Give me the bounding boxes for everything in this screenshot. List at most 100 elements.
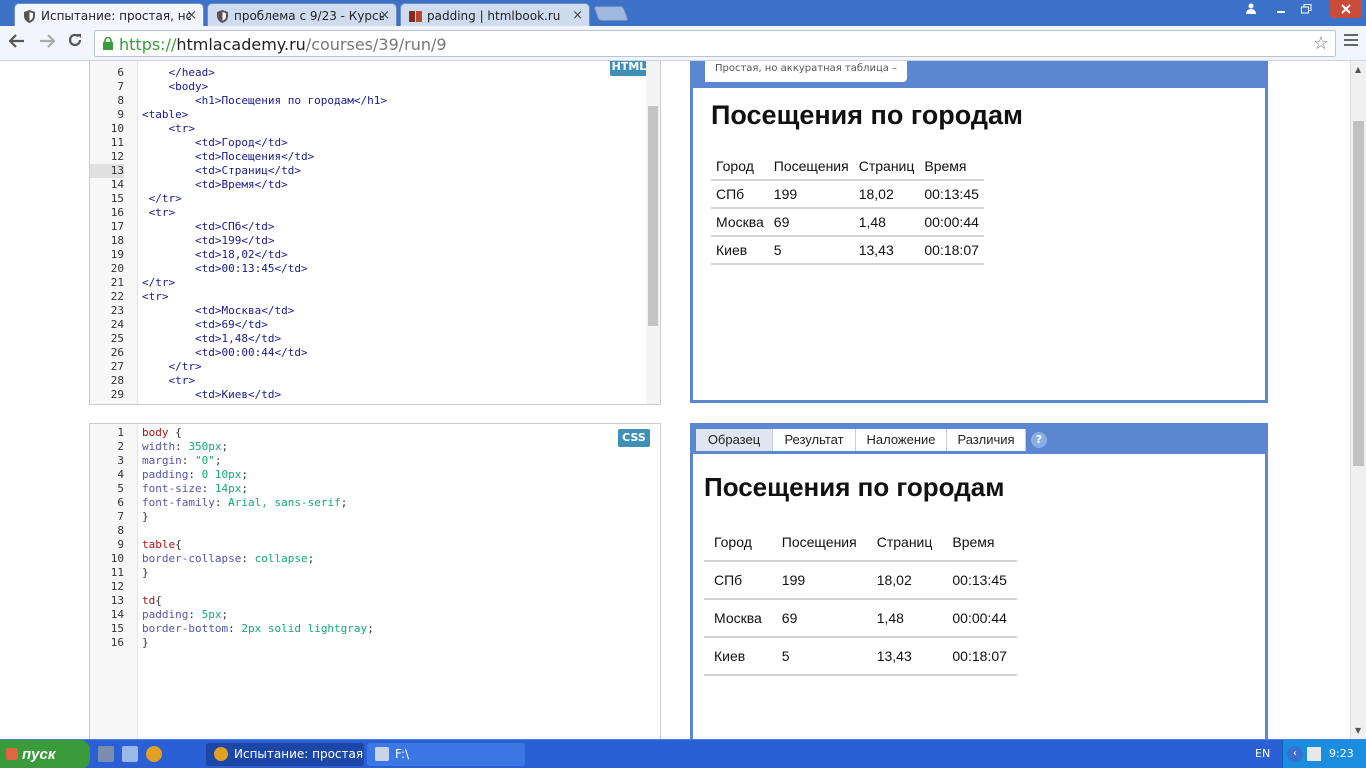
- address-bar[interactable]: https://htmlacademy.ru/courses/39/run/9 …: [94, 30, 1336, 57]
- code-line[interactable]: 11}: [90, 566, 660, 580]
- line-number: 14: [110, 178, 124, 191]
- reload-icon[interactable]: [64, 32, 86, 54]
- code-line[interactable]: 16 <tr>: [90, 206, 660, 220]
- browser-tab-2[interactable]: проблема с 9/23 - Курсы / § ×: [207, 3, 397, 26]
- quicklaunch-desktop-icon[interactable]: [122, 746, 138, 762]
- taskbar-window-explorer[interactable]: F:\: [367, 743, 525, 766]
- browser-tab-3[interactable]: padding | htmlbook.ru ×: [400, 3, 590, 26]
- result-title-tab[interactable]: Простая, но аккуратная таблица –: [705, 61, 908, 82]
- table-cell: 00:13:45: [919, 180, 984, 209]
- code-line[interactable]: 1 body {: [90, 426, 660, 440]
- tab-overlay[interactable]: Наложение: [856, 429, 947, 451]
- taskbar-window-chrome[interactable]: Испытание: простая...: [206, 743, 364, 766]
- close-icon[interactable]: ×: [572, 8, 583, 23]
- code-line[interactable]: 2 width: 350px;: [90, 440, 660, 454]
- code-line[interactable]: 20 <td>00:13:45</td>: [90, 262, 660, 276]
- close-icon[interactable]: ×: [379, 8, 390, 23]
- menu-icon[interactable]: [1344, 34, 1358, 48]
- clock: 9:23: [1329, 747, 1354, 760]
- user-icon[interactable]: [1238, 0, 1264, 18]
- code-line[interactable]: 16}: [90, 636, 660, 650]
- css-editor[interactable]: 1 body {2 width: 350px; 3 margin: "0"; 4 paddi…: [89, 423, 661, 739]
- code-line[interactable]: 9 <table>: [90, 108, 660, 122]
- code-line[interactable]: 7 <body>: [90, 80, 660, 94]
- back-icon[interactable]: [6, 32, 28, 54]
- help-icon[interactable]: ?: [1031, 432, 1047, 448]
- scrollbar-thumb[interactable]: [648, 106, 658, 326]
- code-line[interactable]: 22 <tr>: [90, 290, 660, 304]
- code-line[interactable]: 7}: [90, 510, 660, 524]
- css-selector: td: [142, 594, 156, 607]
- url-path: /courses/39/run/9: [305, 35, 447, 54]
- code-line[interactable]: 9 table{: [90, 538, 660, 552]
- table-cell: СПб: [711, 180, 769, 209]
- tray-expand-icon[interactable]: ‹: [1287, 746, 1303, 762]
- tab-sample[interactable]: Образец: [696, 429, 773, 451]
- line-code: <td>СПб</td>: [142, 220, 275, 233]
- code-line[interactable]: 8: [90, 524, 660, 538]
- language-indicator[interactable]: EN: [1255, 747, 1270, 760]
- code-line[interactable]: 11 <td>Город</td>: [90, 136, 660, 150]
- code-line[interactable]: 19 <td>18,02</td>: [90, 248, 660, 262]
- code-line[interactable]: 24 <td>69</td>: [90, 318, 660, 332]
- line-number: 2: [117, 440, 124, 453]
- code-line[interactable]: 14 padding: 5px;: [90, 608, 660, 622]
- table-cell: 13,43: [853, 236, 920, 265]
- css-punct: {: [155, 594, 162, 607]
- scroll-up-icon[interactable]: ▲: [1355, 65, 1361, 74]
- scroll-down-icon[interactable]: ▼: [1355, 726, 1361, 735]
- minimize-button[interactable]: [1268, 0, 1294, 18]
- page-scrollbar[interactable]: ▲ ▼: [1350, 61, 1366, 739]
- new-tab-button[interactable]: [593, 6, 629, 21]
- code-line[interactable]: 17 <td>СПб</td>: [90, 220, 660, 234]
- line-number: 6: [117, 66, 124, 79]
- line-number: 6: [117, 496, 124, 509]
- tab-diff[interactable]: Различия: [947, 429, 1026, 451]
- tab-result[interactable]: Результат: [773, 429, 856, 451]
- css-value: collapse: [254, 552, 308, 565]
- code-line[interactable]: 29 <td>Киев</td>: [90, 388, 660, 402]
- close-window-button[interactable]: [1330, 0, 1362, 18]
- code-line[interactable]: 6 font-family: Arial, sans-serif;: [90, 496, 660, 510]
- html-editor[interactable]: 6 </head> 7 <body> 8 <h1>Посещения по горо…: [89, 61, 661, 405]
- line-number: 8: [117, 524, 124, 537]
- code-line[interactable]: 13 <td>Страниц</td>: [90, 164, 660, 178]
- line-code: <td>1,48</td>: [142, 332, 282, 345]
- code-line[interactable]: 4 padding: 0 10px;: [90, 468, 660, 482]
- code-line[interactable]: 10 border-collapse: collapse;: [90, 552, 660, 566]
- quicklaunch-chrome-icon[interactable]: [146, 746, 162, 762]
- code-line[interactable]: 12 <td>Посещения</td>: [90, 150, 660, 164]
- code-line[interactable]: 6 </head>: [90, 66, 660, 80]
- code-line[interactable]: 13 td{: [90, 594, 660, 608]
- code-line[interactable]: 26 <td>00:00:44</td>: [90, 346, 660, 360]
- start-button[interactable]: пуск: [0, 740, 90, 768]
- browser-tab-1[interactable]: Испытание: простая, но ак ×: [14, 3, 204, 26]
- line-code: }: [142, 510, 149, 524]
- bookmark-star-icon[interactable]: ☆: [1313, 33, 1329, 54]
- code-line[interactable]: 12: [90, 580, 660, 594]
- code-line[interactable]: 27 </tr>: [90, 360, 660, 374]
- line-code: <td>00:00:44</td>: [142, 346, 308, 359]
- code-line[interactable]: 25 <td>1,48</td>: [90, 332, 660, 346]
- taskbar-window-label: F:\: [395, 747, 410, 761]
- forward-icon[interactable]: [36, 32, 58, 54]
- close-icon[interactable]: ×: [186, 8, 197, 23]
- browser-tab-strip: Испытание: простая, но ак × проблема с 9…: [0, 0, 1366, 26]
- code-line[interactable]: 15 </tr>: [90, 192, 660, 206]
- code-line[interactable]: 10 <tr>: [90, 122, 660, 136]
- table-cell: 199: [768, 180, 854, 209]
- maximize-button[interactable]: [1293, 0, 1319, 18]
- code-line[interactable]: 21 </tr>: [90, 276, 660, 290]
- code-line[interactable]: 5 font-size: 14px;: [90, 482, 660, 496]
- scrollbar-thumb[interactable]: [1353, 121, 1364, 466]
- code-line[interactable]: 18 <td>199</td>: [90, 234, 660, 248]
- code-line[interactable]: 15 border-bottom: 2px solid lightgray;: [90, 622, 660, 636]
- line-number: 3: [117, 454, 124, 467]
- code-line[interactable]: 8 <h1>Посещения по городам</h1>: [90, 94, 660, 108]
- code-line[interactable]: 14 <td>Время</td>: [90, 178, 660, 192]
- code-line[interactable]: 23 <td>Москва</td>: [90, 304, 660, 318]
- quicklaunch-explorer-icon[interactable]: [98, 746, 114, 762]
- editor-scrollbar[interactable]: [646, 61, 660, 404]
- code-line[interactable]: 3 margin: "0";: [90, 454, 660, 468]
- code-line[interactable]: 28 <tr>: [90, 374, 660, 388]
